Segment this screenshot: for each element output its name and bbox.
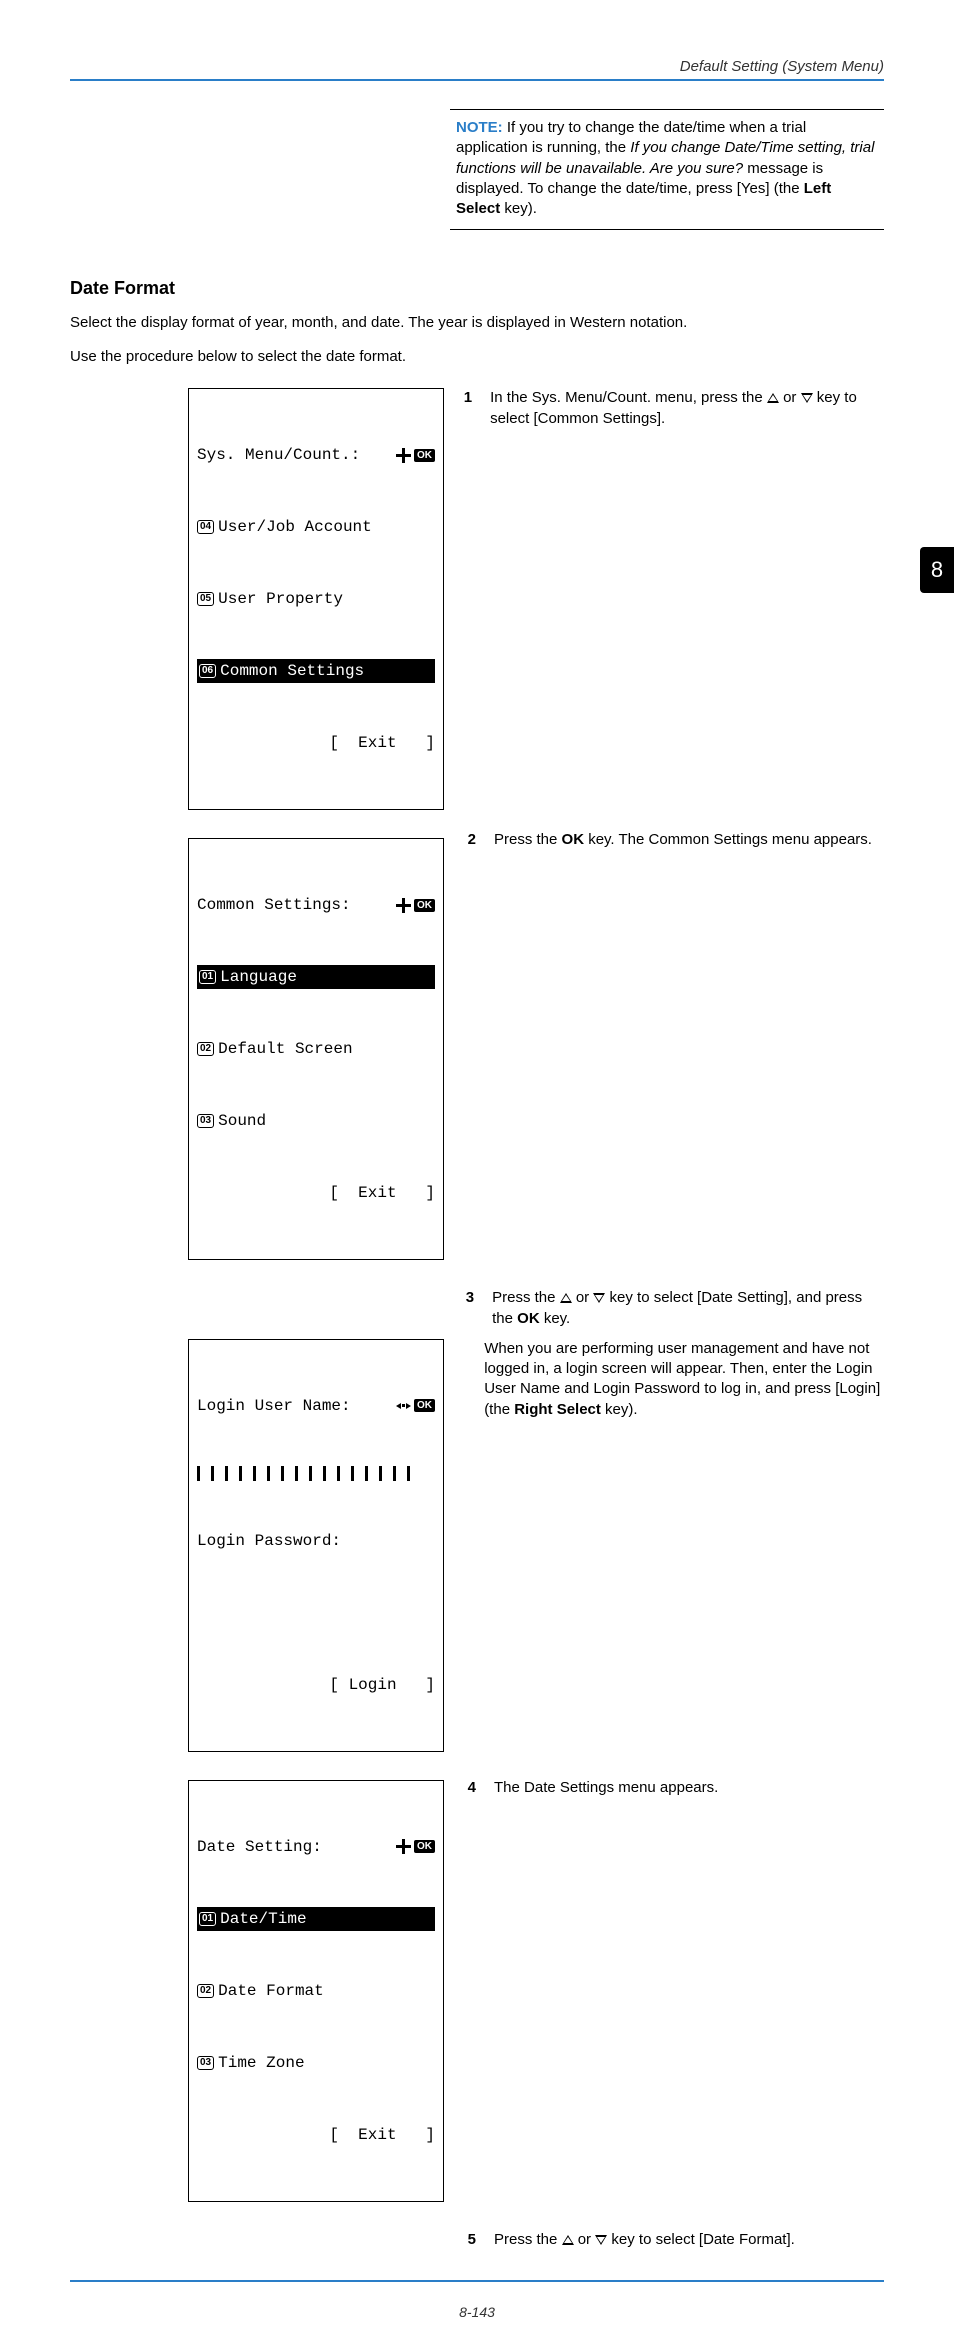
idx-05-icon: 05 <box>197 592 214 606</box>
up-icon <box>767 393 779 403</box>
header-text: Default Setting (System Menu) <box>680 58 884 75</box>
dpad-ok-icon: OK <box>396 1839 435 1855</box>
header-rule <box>70 79 884 81</box>
idx-03-icon: 03 <box>197 2056 214 2070</box>
dpad-icon <box>396 448 411 463</box>
down-icon <box>595 2235 607 2245</box>
down-icon <box>801 393 813 403</box>
page-header: Default Setting (System Menu) <box>70 58 884 79</box>
lcd4-title: Date Setting: <box>197 1835 322 1859</box>
step-3: 3 Press the or key to select [Date Setti… <box>462 1288 884 1329</box>
lcd1-item4: User/Job Account <box>218 515 372 539</box>
note-label: NOTE: <box>456 119 503 136</box>
lcd2-item1: Language <box>220 965 297 989</box>
lcd-date-setting: Date Setting: OK 01 Date/Time 02 Date Forma… <box>188 1780 444 2202</box>
ok-icon: OK <box>414 899 435 912</box>
intro-1: Select the display format of year, month… <box>70 313 884 333</box>
page: Default Setting (System Menu) NOTE: If y… <box>0 0 954 2350</box>
step-3-cont-text: When you are performing user management … <box>484 1339 884 1752</box>
lcd3-l2: Login Password: <box>197 1529 341 1553</box>
step-4: 4 The Date Settings menu appears. <box>462 1778 884 2202</box>
step-1-text: In the Sys. Menu/Count. menu, press the … <box>490 388 884 810</box>
intro-2: Use the procedure below to select the da… <box>70 347 884 367</box>
idx-02-icon: 02 <box>197 1984 214 1998</box>
footer-rule <box>70 2280 884 2282</box>
idx-01-icon: 01 <box>199 970 216 984</box>
step-1-num: 1 <box>462 388 472 810</box>
up-icon <box>560 1293 572 1303</box>
ok-icon: OK <box>414 1840 435 1853</box>
lcd2-item3: Sound <box>218 1109 266 1133</box>
lcd2-item2: Default Screen <box>218 1037 352 1061</box>
step-5: 5 Press the or key to select [Date Forma… <box>462 2230 884 2250</box>
lcd-sys-menu: Sys. Menu/Count.: OK 04 User/Job Account 0… <box>188 388 444 810</box>
step-2-text: Press the OK key. The Common Settings me… <box>494 830 872 1260</box>
step-2-num: 2 <box>462 830 476 1260</box>
dpad-icon <box>396 1839 411 1854</box>
lcd1-exit: [ Exit ] <box>329 731 435 755</box>
block-2: Common Settings: OK 01 Language 02 Default … <box>70 838 884 1260</box>
idx-06-icon: 06 <box>199 664 216 678</box>
block-3b: Login User Name: OK Login Password: [ Log… <box>70 1339 884 1752</box>
block-1: Sys. Menu/Count.: OK 04 User/Job Account 0… <box>70 388 884 810</box>
lcd2-exit: [ Exit ] <box>329 1181 435 1205</box>
step-4-text: The Date Settings menu appears. <box>494 1778 718 2202</box>
up-icon <box>562 2235 574 2245</box>
section-title: Date Format <box>70 278 884 299</box>
step-3-text: Press the or key to select [Date Setting… <box>492 1288 884 1329</box>
ok-icon: OK <box>414 449 435 462</box>
step-1: 1 In the Sys. Menu/Count. menu, press th… <box>462 388 884 810</box>
step-4-num: 4 <box>462 1778 476 2202</box>
lcd3-login: [ Login ] <box>329 1673 435 1697</box>
dpad-ok-icon: OK <box>396 447 435 463</box>
idx-03-icon: 03 <box>197 1114 214 1128</box>
lcd4-item1: Date/Time <box>220 1907 306 1931</box>
ok-icon: OK <box>414 1399 435 1412</box>
input-caret-icon <box>197 1466 417 1481</box>
step-2: 2 Press the OK key. The Common Settings … <box>462 830 884 1260</box>
note-tail: key). <box>500 200 537 217</box>
lcd-common-settings: Common Settings: OK 01 Language 02 Default … <box>188 838 444 1260</box>
lcd1-item5: User Property <box>218 587 343 611</box>
lcd3-l1: Login User Name: <box>197 1394 351 1418</box>
step-5-text: Press the or key to select [Date Format]… <box>494 2230 795 2250</box>
lcd2-title: Common Settings: <box>197 893 351 917</box>
chapter-tab: 8 <box>920 547 954 593</box>
dpad-h-ok-icon: OK <box>396 1398 435 1414</box>
lcd1-title: Sys. Menu/Count.: <box>197 443 360 467</box>
lcd4-exit: [ Exit ] <box>329 2123 435 2147</box>
lcd4-item3: Time Zone <box>218 2051 304 2075</box>
page-footer: 8-143 <box>0 2304 954 2320</box>
note-box: NOTE: If you try to change the date/time… <box>450 109 884 230</box>
step-3-num: 3 <box>462 1288 474 1329</box>
idx-04-icon: 04 <box>197 520 214 534</box>
block-4: Date Setting: OK 01 Date/Time 02 Date Forma… <box>70 1780 884 2202</box>
block-5: 5 Press the or key to select [Date Forma… <box>70 2230 884 2250</box>
dpad-icon <box>396 898 411 913</box>
idx-01-icon: 01 <box>199 1912 216 1926</box>
lcd4-item2: Date Format <box>218 1979 324 2003</box>
lcd-login: Login User Name: OK Login Password: [ Log… <box>188 1339 444 1752</box>
dpad-h-icon <box>396 1398 411 1413</box>
step-3-cont: When you are performing user management … <box>462 1339 884 1752</box>
idx-02-icon: 02 <box>197 1042 214 1056</box>
block-3a: 3 Press the or key to select [Date Setti… <box>70 1288 884 1329</box>
dpad-ok-icon: OK <box>396 897 435 913</box>
down-icon <box>593 1293 605 1303</box>
lcd1-item6: Common Settings <box>220 659 364 683</box>
step-5-num: 5 <box>462 2230 476 2250</box>
